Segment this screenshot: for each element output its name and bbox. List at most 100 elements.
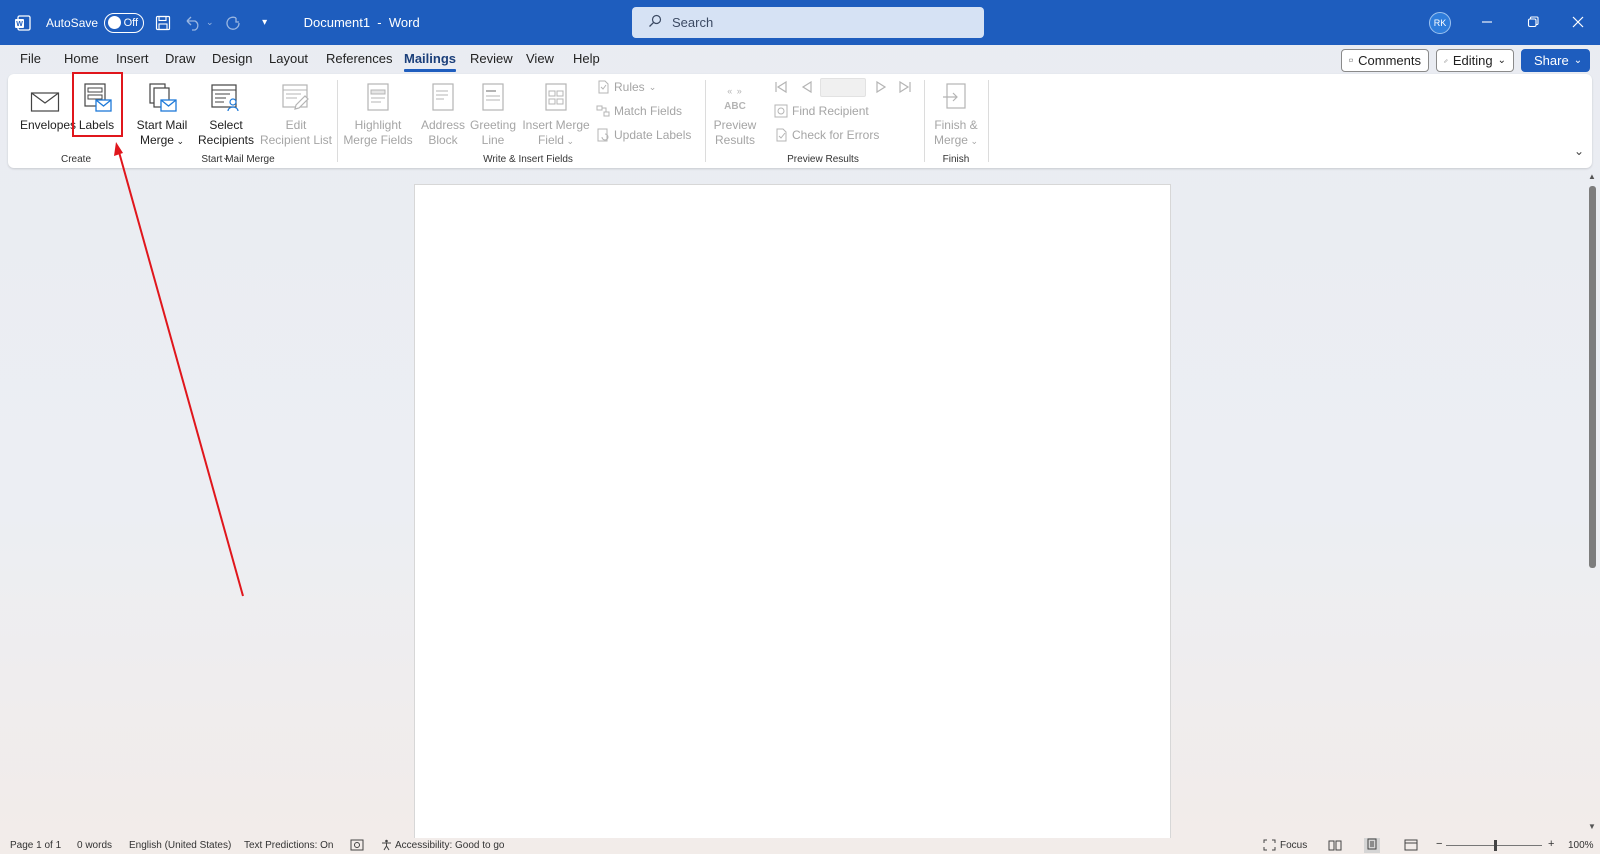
greeting-line-label-2: Line [481, 133, 505, 147]
share-button[interactable]: Share ⌄ [1521, 49, 1590, 72]
finish-merge-button[interactable]: Finish & Merge ⌄ [930, 78, 982, 149]
insert-merge-field-label-2: Field [537, 133, 564, 147]
greeting-line-label-1: Greeting [469, 118, 517, 132]
update-labels-button[interactable]: Update Labels [596, 128, 691, 142]
find-recipient-label: Find Recipient [792, 104, 869, 118]
undo-dropdown-icon[interactable]: ⌄ [206, 17, 214, 28]
tab-insert[interactable]: Insert [108, 45, 157, 73]
update-labels-label: Update Labels [614, 128, 692, 142]
tab-file[interactable]: File [12, 45, 49, 73]
customize-toolbar-icon[interactable]: ▾ [252, 10, 278, 36]
tab-mailings[interactable]: Mailings [396, 45, 464, 73]
document-page[interactable] [414, 184, 1171, 838]
accessibility-icon [380, 839, 393, 854]
close-icon[interactable] [1566, 10, 1590, 34]
start-mail-merge-button[interactable]: Start Mail Merge ⌄ [130, 78, 194, 149]
macro-record-icon[interactable] [350, 839, 364, 854]
word-count[interactable]: 0 words [77, 840, 112, 851]
accessibility-status[interactable]: Accessibility: Good to go [395, 840, 505, 851]
print-layout-icon[interactable] [1364, 838, 1380, 853]
match-fields-icon [596, 105, 610, 117]
scroll-up-icon[interactable]: ▲ [1588, 172, 1596, 181]
scrollbar-thumb[interactable] [1589, 186, 1596, 568]
greeting-line-button[interactable]: Greeting Line [468, 78, 518, 148]
insert-merge-field-label-1: Insert Merge [522, 118, 590, 132]
search-box[interactable]: Search [632, 7, 984, 38]
autosave-toggle-state: Off [123, 16, 139, 29]
select-recipients-button[interactable]: Select Recipients ⌄ [194, 78, 258, 165]
svg-text:W: W [16, 21, 23, 28]
record-number-input[interactable] [820, 78, 866, 97]
tab-layout[interactable]: Layout [261, 45, 316, 73]
rules-button[interactable]: Rules ⌄ [596, 80, 656, 94]
pencil-icon [1444, 58, 1448, 63]
preview-results-label-1: Preview [713, 118, 757, 132]
tab-references[interactable]: References [318, 45, 400, 73]
tab-view[interactable]: View [518, 45, 562, 73]
match-fields-button[interactable]: Match Fields [596, 104, 682, 118]
highlight-merge-fields-button[interactable]: Highlight Merge Fields [342, 78, 414, 148]
tab-draw[interactable]: Draw [157, 45, 203, 73]
word-app-icon: W [12, 12, 34, 34]
preview-results-label-2: Results [714, 133, 755, 147]
finish-group-label: Finish [942, 154, 970, 165]
minimize-icon[interactable] [1475, 10, 1499, 34]
language-status[interactable]: English (United States) [129, 840, 231, 851]
group-separator [337, 80, 338, 162]
greeting-line-icon [468, 78, 518, 114]
abc-icon-text: ABC [724, 101, 746, 112]
address-block-icon [418, 78, 468, 114]
select-recipients-label-1: Select [209, 118, 243, 132]
preview-results-group-label: Preview Results [787, 154, 859, 165]
chevron-down-icon: ⌄ [1573, 55, 1583, 66]
last-record-icon[interactable] [898, 80, 912, 97]
previous-record-icon[interactable] [800, 80, 814, 97]
zoom-level[interactable]: 100% [1568, 840, 1594, 851]
first-record-icon[interactable] [774, 80, 788, 97]
envelopes-button[interactable]: Envelopes [20, 78, 76, 133]
user-avatar[interactable]: RK [1429, 12, 1451, 34]
document-title: Document1 - Word [303, 15, 420, 30]
comments-button[interactable]: Comments [1341, 49, 1429, 72]
tab-design[interactable]: Design [204, 45, 260, 73]
select-recipients-label-2: Recipients [197, 133, 255, 147]
address-block-label-2: Block [428, 133, 458, 147]
edit-recipient-label-1: Edit [285, 118, 307, 132]
tab-help[interactable]: Help [565, 45, 608, 73]
editing-mode-button[interactable]: Editing ⌄ [1436, 49, 1514, 72]
address-block-button[interactable]: Address Block [418, 78, 468, 148]
finish-merge-icon [930, 78, 982, 114]
focus-label[interactable]: Focus [1280, 840, 1307, 851]
undo-icon[interactable] [180, 10, 206, 36]
read-mode-icon[interactable] [1328, 839, 1342, 854]
check-errors-button[interactable]: Check for Errors [774, 128, 879, 142]
autosave-toggle[interactable]: Off [104, 12, 145, 33]
scroll-down-icon[interactable]: ▼ [1588, 822, 1596, 831]
web-layout-icon[interactable] [1404, 839, 1418, 854]
page-count[interactable]: Page 1 of 1 [10, 840, 61, 851]
save-icon[interactable] [150, 10, 176, 36]
tab-home[interactable]: Home [56, 45, 107, 73]
check-errors-icon [776, 128, 787, 142]
chevron-down-icon: ⌄ [173, 136, 185, 146]
zoom-in-icon[interactable]: + [1548, 838, 1554, 850]
edit-recipient-list-button[interactable]: Edit Recipient List [258, 78, 334, 148]
zoom-out-icon[interactable]: − [1436, 838, 1442, 850]
insert-merge-field-button[interactable]: Insert Merge Field ⌄ [520, 78, 592, 149]
address-block-label-1: Address [420, 118, 466, 132]
restore-icon[interactable] [1521, 10, 1545, 34]
ribbon-panel: Envelopes Labels Create Start Mail Merge… [8, 74, 1592, 168]
vertical-scrollbar[interactable]: ▲ ▼ [1584, 170, 1600, 838]
find-recipient-button[interactable]: Find Recipient [774, 104, 869, 118]
mail-merge-icon [130, 78, 194, 114]
redo-icon[interactable] [220, 10, 246, 36]
text-predictions-status[interactable]: Text Predictions: On [244, 840, 333, 851]
focus-icon[interactable] [1263, 839, 1276, 854]
zoom-slider-thumb[interactable] [1494, 840, 1497, 851]
preview-results-button[interactable]: « » ABC Preview Results [710, 78, 760, 148]
tab-review[interactable]: Review [462, 45, 521, 73]
rules-label: Rules [614, 80, 645, 94]
collapse-ribbon-icon[interactable]: ⌄ [1574, 144, 1584, 158]
highlight-label-2: Merge Fields [343, 133, 413, 147]
next-record-icon[interactable] [874, 80, 888, 97]
